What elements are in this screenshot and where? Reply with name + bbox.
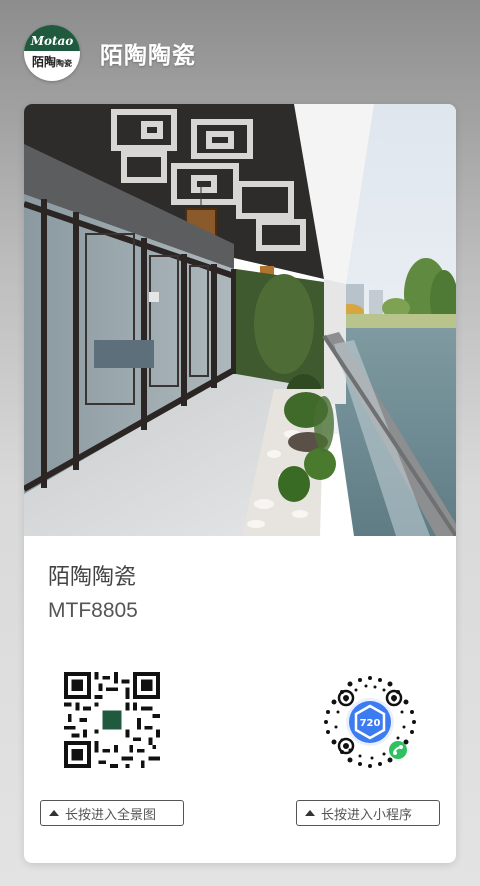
logo-chinese-main: 陌陶: [31, 55, 56, 69]
open-panorama-label: 长按进入全景图: [65, 807, 157, 823]
scene-image[interactable]: [24, 104, 456, 536]
logo-chinese-small: 陶瓷: [56, 59, 72, 68]
brand-title: 陌陶陶瓷: [100, 43, 196, 69]
open-mini-program-button[interactable]: 长按进入小程序: [296, 800, 440, 826]
mini-program-code[interactable]: 720: [320, 672, 420, 772]
header: Motao 陌陶陶瓷 陌陶陶瓷: [24, 24, 196, 82]
logo-wordmark: Motao: [24, 25, 80, 51]
product-name: 陌陶陶瓷: [48, 565, 137, 590]
mini-program-logo-text: 720: [360, 718, 381, 729]
arrow-up-icon: [49, 810, 59, 816]
arrow-up-icon: [305, 810, 315, 816]
product-code: MTF8805: [48, 599, 138, 622]
open-panorama-button[interactable]: 长按进入全景图: [40, 800, 184, 826]
brand-logo: Motao 陌陶陶瓷: [24, 25, 80, 81]
logo-chinese: 陌陶陶瓷: [24, 53, 80, 70]
product-card[interactable]: 陌陶陶瓷 MTF8805 720 长按进入全景图 长按进入小程序: [24, 104, 456, 863]
panorama-qr-code[interactable]: [64, 672, 160, 768]
open-mini-program-label: 长按进入小程序: [321, 807, 413, 823]
